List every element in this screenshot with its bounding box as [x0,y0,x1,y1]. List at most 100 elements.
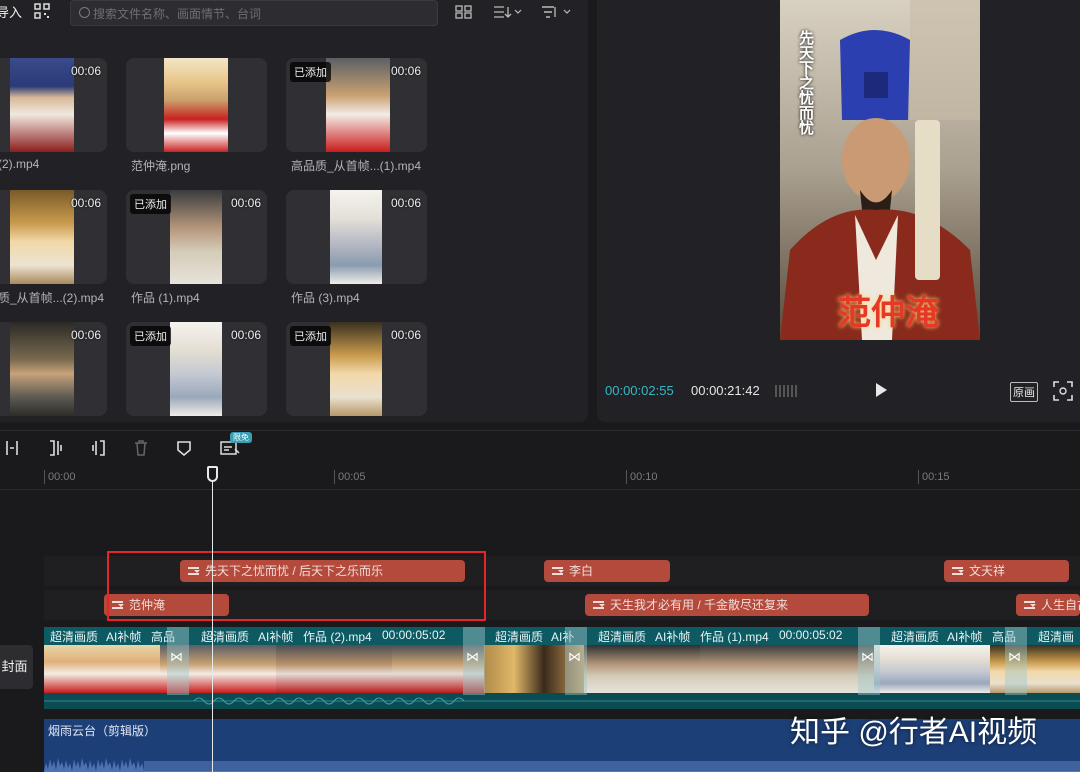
clip-filename: 作品 (2).mp4 [303,630,372,644]
thumbnail [10,322,74,416]
highlight-annotation-box [107,551,486,621]
thumbnail [326,58,390,152]
video-frame [392,645,450,693]
ruler-label: 00:15 [922,471,950,483]
total-time: 00:00:21:42 [691,383,760,398]
video-frame [642,645,700,693]
video-frame [700,645,758,693]
clip-tag: AI补帧 [947,630,983,644]
waveform-icon[interactable] [775,381,801,401]
file-name: 作品 (3).mp4 [291,291,360,305]
clip-tag: AI补帧 [655,630,691,644]
preview-panel: 先天下之忧而忧 范仲淹 00:00:02:55 00:00:21:42 原画 [597,0,1080,422]
ruler-label: 00:10 [630,471,658,483]
video-frame [102,645,160,693]
text-clip-label: 天生我才必有用 / 千金散尽还复来 [610,598,789,612]
thumbnail [10,58,74,152]
clip-tag: 超清画质 [495,630,544,644]
sort-icon[interactable] [492,4,522,20]
transition-icon: ⋈ [861,649,874,664]
media-tile[interactable] [126,58,267,152]
thumbnail [330,190,382,284]
watermark: 知乎 @行者AI视频 [790,716,1038,749]
media-tile[interactable]: 00:06 [0,190,107,284]
media-panel: 导入 加 00:06 (2).mp4 范仲淹.png 已添加 00:06 [0,0,588,422]
clip-tag: 超清画质 [201,630,250,644]
ruler-label: 00:00 [48,471,76,483]
thumbnail [330,322,382,416]
transition-marker[interactable]: ⋈ [1005,627,1027,695]
file-name: 范仲淹.png [131,159,191,173]
transition-icon: ⋈ [568,649,581,664]
media-tile[interactable]: 加 00:06 [0,58,107,152]
clip-tag: AI补帧 [106,630,142,644]
media-tile[interactable]: 已添加 00:06 [126,322,267,416]
added-badge: 已添加 [130,326,171,346]
play-icon[interactable] [873,381,889,399]
media-tile[interactable]: 已添加 00:06 [286,58,427,152]
qr-grid-icon[interactable] [34,3,50,19]
timeline-toolbar: 限免 [0,430,1080,464]
poster-side-text: 先天下之忧而忧 [797,30,814,135]
duration-label: 00:06 [70,196,101,210]
split-icon[interactable] [4,440,20,456]
marker-icon[interactable] [176,440,192,456]
transition-marker[interactable]: ⋈ [167,627,189,695]
text-clip[interactable]: 人生自古 [1016,594,1080,616]
text-clip[interactable]: 李白 [544,560,670,582]
split-left-icon[interactable] [48,440,64,456]
video-frame [276,645,334,693]
text-clip[interactable]: 文天祥 [944,560,1069,582]
added-badge: 已添加 [130,194,171,214]
transition-marker[interactable]: ⋈ [565,627,587,695]
text-clip-icon [552,567,564,575]
duration-label: 00:06 [390,328,421,342]
fullscreen-icon[interactable] [1053,381,1073,401]
text-clip[interactable]: 天生我才必有用 / 千金散尽还复来 [585,594,869,616]
file-name: 质_从首帧...(2).mp4 [0,291,105,305]
duration-label: 00:06 [70,328,101,342]
ruler-tick [626,470,627,484]
media-tile[interactable]: 已添加 00:06 [126,190,267,284]
limited-free-badge: 限免 [230,432,252,443]
import-button[interactable]: 导入 [0,2,22,21]
text-clip-label: 李白 [569,564,594,578]
media-tile[interactable]: 00:06 [286,190,427,284]
file-name: 高品质_从首帧...(1).mp4 [291,159,422,173]
video-frame [218,645,276,693]
video-clip-labels: 超清画质 AI补帧 高品 超清画质 AI补帧 作品 (2).mp4 00:00:… [44,627,1080,645]
search-input[interactable] [93,5,423,23]
duration-label: 00:06 [390,196,421,210]
transition-icon: ⋈ [170,649,183,664]
original-quality-button[interactable]: 原画 [1010,382,1038,402]
poster-name: 范仲淹 [837,293,939,333]
clip-tag: 超清画质 [891,630,940,644]
media-tile[interactable]: 已添加 00:06 [286,322,427,416]
video-frame [584,645,642,693]
video-track[interactable] [44,645,1080,693]
split-right-icon[interactable] [90,440,106,456]
filter-icon[interactable] [540,4,572,20]
transition-marker[interactable]: ⋈ [858,627,880,695]
clip-tag: 超清画 [1038,630,1075,644]
ruler-tick [334,470,335,484]
ruler-label: 00:05 [338,471,366,483]
playhead-handle[interactable] [207,466,218,482]
thumbnail [170,190,222,284]
ruler-tick [44,470,45,484]
layout-grid-icon[interactable] [455,4,473,20]
time-ruler[interactable]: 00:00 00:05 00:10 00:15 [0,466,1080,490]
ruler-tick [918,470,919,484]
cover-button[interactable]: 封面 [0,645,33,689]
video-frame [874,645,932,693]
delete-icon[interactable] [133,440,149,456]
playhead-line[interactable] [212,470,213,772]
clip-tag: 超清画质 [50,630,99,644]
text-clip-icon [952,567,964,575]
media-tile[interactable]: 加 00:06 [0,322,107,416]
duration-label: 00:06 [230,196,261,210]
text-clip-label: 文天祥 [969,564,1006,578]
clip-duration: 00:00:05:02 [382,628,446,642]
text-clip-icon [1024,601,1036,609]
transition-marker[interactable]: ⋈ [463,627,485,695]
